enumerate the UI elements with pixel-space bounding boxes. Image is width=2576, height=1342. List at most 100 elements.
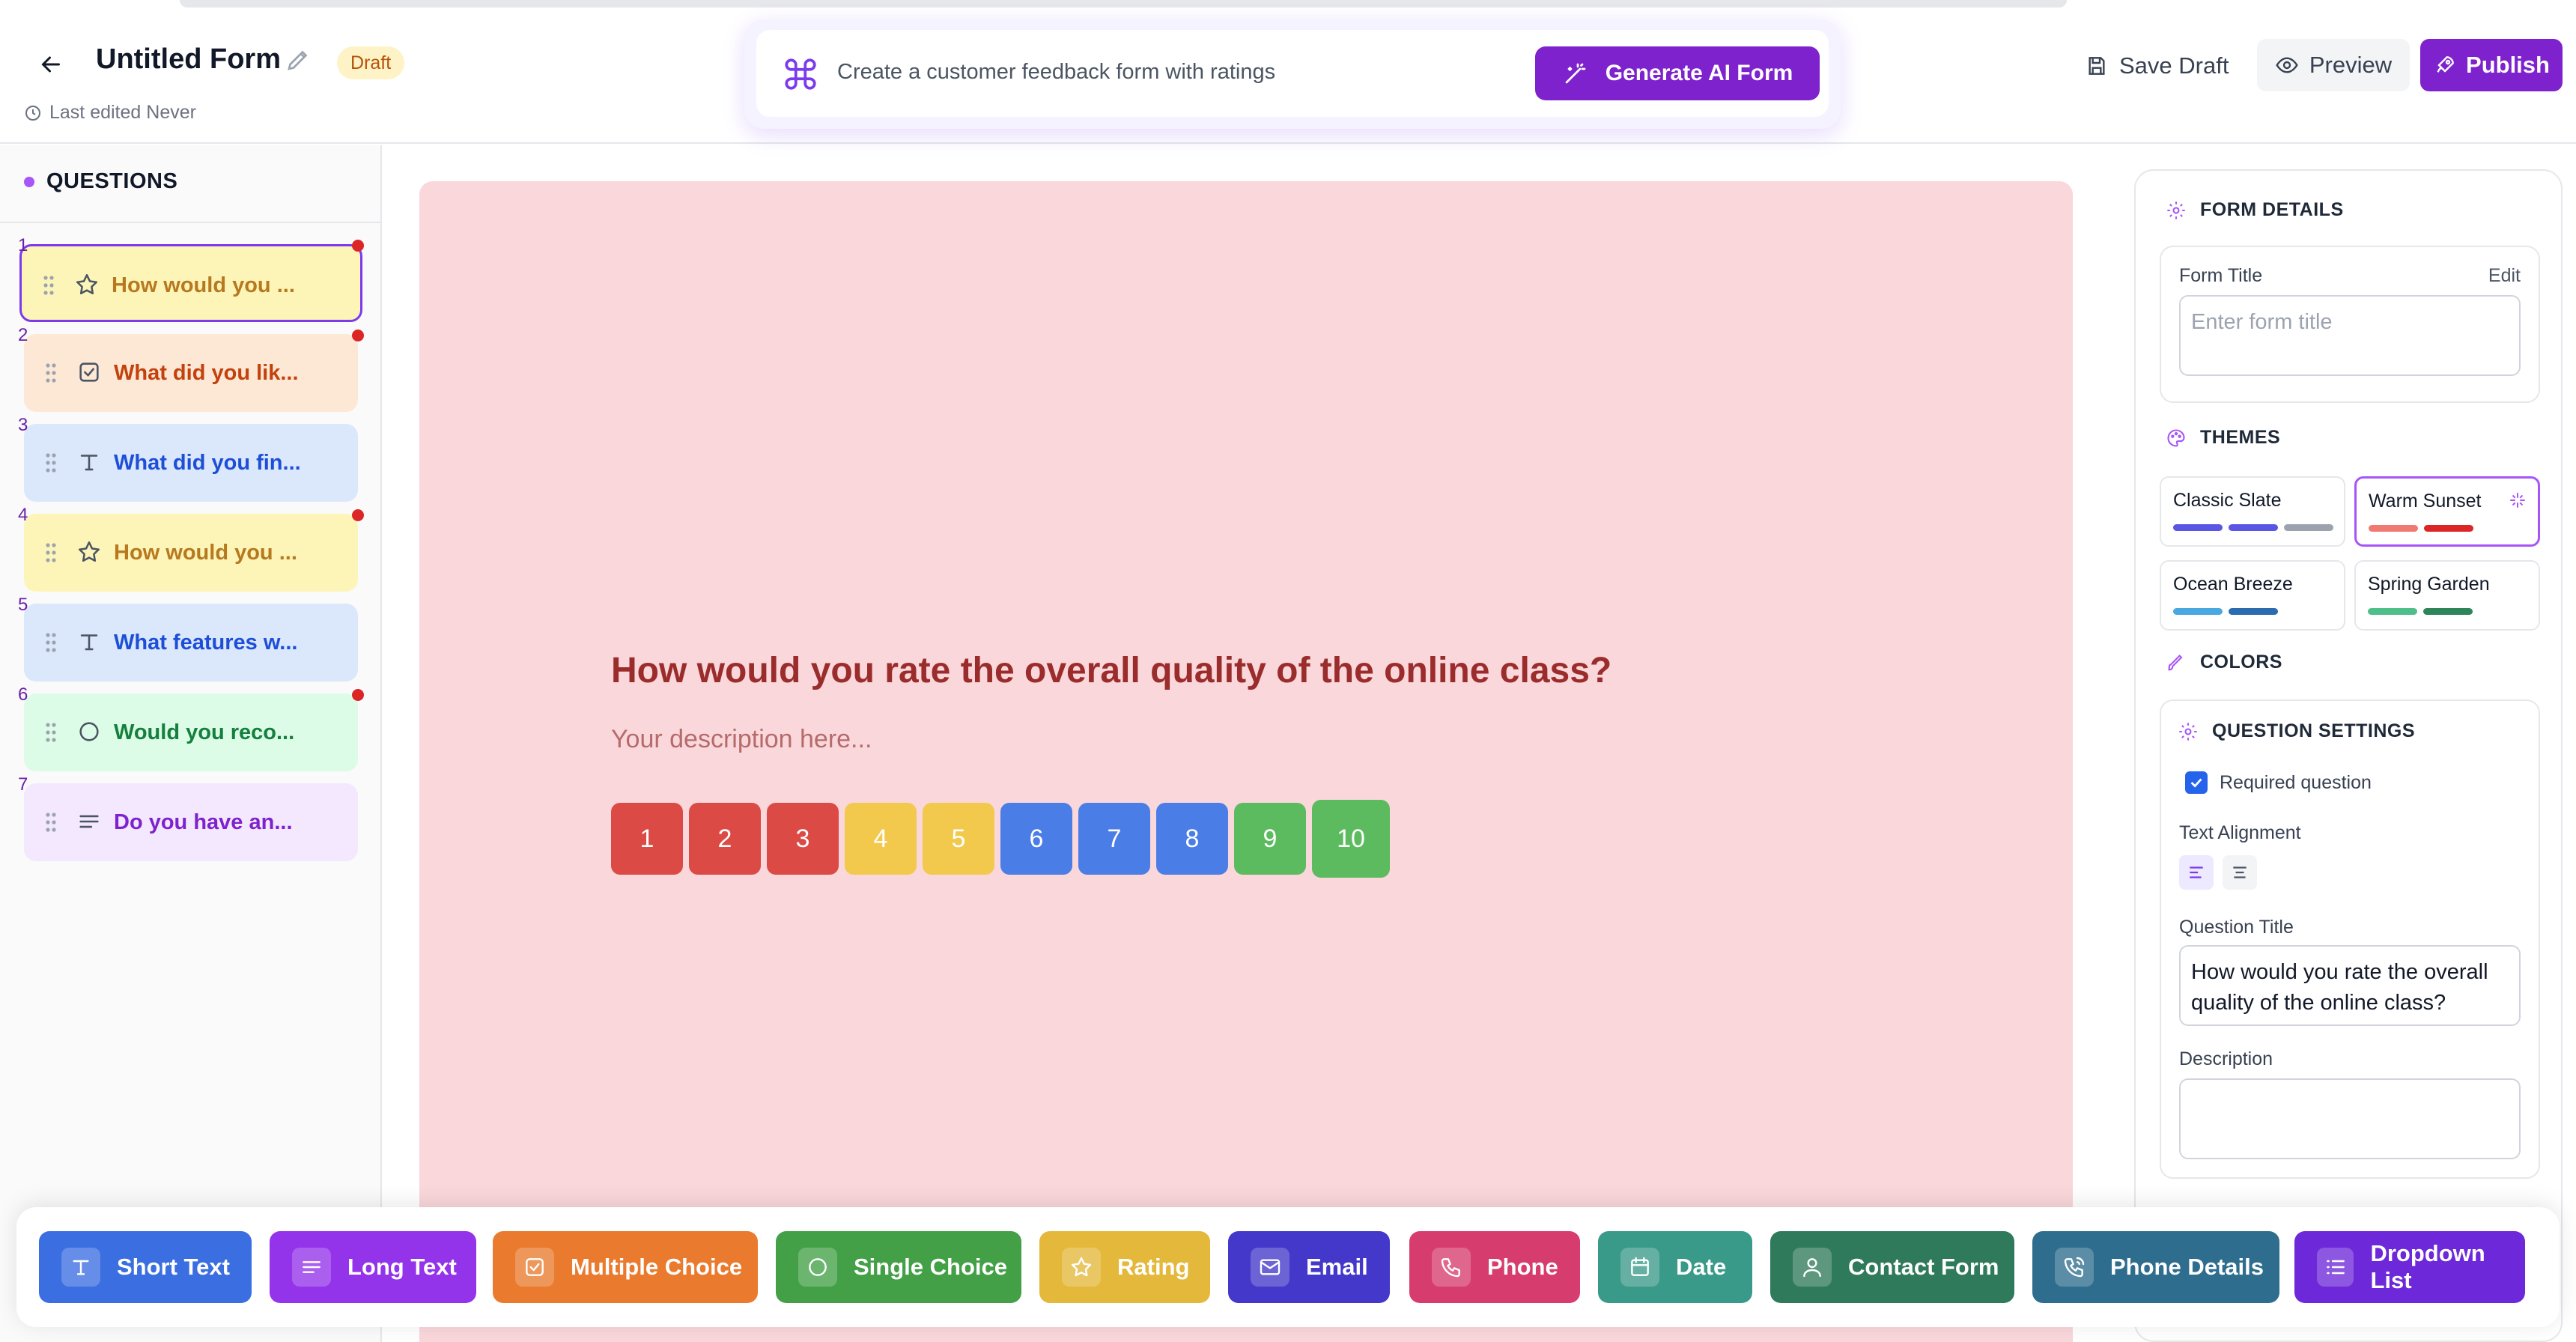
question-title-label: Question Title bbox=[2179, 917, 2294, 938]
themes-heading: THEMES bbox=[2166, 427, 2280, 449]
publish-button[interactable]: Publish bbox=[2420, 39, 2563, 91]
lines-icon bbox=[79, 815, 99, 828]
theme-color-bar bbox=[2423, 608, 2473, 615]
generate-ai-form-button[interactable]: Generate AI Form bbox=[1535, 46, 1820, 100]
add-question-button[interactable]: Multiple Choice bbox=[493, 1231, 758, 1303]
form-title-input[interactable]: Enter form title bbox=[2179, 295, 2521, 376]
add-question-button[interactable]: Short Text bbox=[39, 1231, 252, 1303]
question-item[interactable]: What did you lik... bbox=[24, 334, 358, 412]
save-draft-button[interactable]: Save Draft bbox=[2085, 45, 2229, 87]
required-checkbox[interactable] bbox=[2185, 771, 2208, 794]
rating-option[interactable]: 2 bbox=[689, 803, 761, 875]
add-question-button[interactable]: Long Text bbox=[270, 1231, 476, 1303]
form-details-label: FORM DETAILS bbox=[2200, 199, 2344, 220]
check-icon bbox=[2190, 778, 2202, 788]
clock-icon bbox=[25, 105, 40, 121]
question-number: 4 bbox=[18, 505, 28, 525]
arrow-left-icon bbox=[41, 56, 60, 73]
drag-handle-icon[interactable] bbox=[45, 542, 57, 563]
align-center-icon bbox=[2233, 866, 2247, 878]
add-question-button[interactable]: Rating bbox=[1039, 1231, 1210, 1303]
drag-handle-icon[interactable] bbox=[45, 812, 57, 833]
sidebar-divider bbox=[0, 222, 382, 223]
pencil-icon[interactable] bbox=[285, 46, 315, 76]
drag-handle-icon[interactable] bbox=[45, 362, 57, 383]
drag-handle-icon[interactable] bbox=[45, 632, 57, 653]
description-input[interactable] bbox=[2179, 1078, 2521, 1159]
star-icon bbox=[76, 273, 98, 295]
rating-option[interactable]: 5 bbox=[923, 803, 994, 875]
question-settings-heading: QUESTION SETTINGS bbox=[2178, 720, 2415, 742]
preview-button[interactable]: Preview bbox=[2257, 39, 2410, 91]
rating-option[interactable]: 6 bbox=[1000, 803, 1072, 875]
add-question-button[interactable]: Date bbox=[1598, 1231, 1752, 1303]
add-question-button[interactable]: Phone Details bbox=[2032, 1231, 2279, 1303]
text-icon bbox=[80, 634, 98, 651]
add-question-button[interactable]: Single Choice bbox=[776, 1231, 1021, 1303]
unsaved-indicator bbox=[352, 689, 364, 701]
rating-option[interactable]: 3 bbox=[767, 803, 839, 875]
settings-panel: FORM DETAILS Form Title Edit Enter form … bbox=[2134, 169, 2563, 1342]
command-icon bbox=[782, 55, 819, 93]
theme-option[interactable]: Warm Sunset bbox=[2354, 476, 2540, 547]
add-question-label: Phone bbox=[1487, 1254, 1558, 1280]
checkbox-icon bbox=[526, 1258, 544, 1276]
theme-option[interactable]: Spring Garden bbox=[2354, 560, 2540, 631]
add-question-button[interactable]: Email bbox=[1228, 1231, 1390, 1303]
add-question-button[interactable]: Contact Form bbox=[1770, 1231, 2014, 1303]
last-edited-text: Last edited Never bbox=[49, 102, 196, 123]
rating-option[interactable]: 9 bbox=[1234, 803, 1306, 875]
form-title[interactable]: Untitled Form bbox=[96, 43, 281, 76]
question-item-label: Would you reco... bbox=[114, 720, 295, 744]
theme-color-bar bbox=[2424, 525, 2473, 532]
canvas-question-description[interactable]: Your description here... bbox=[611, 725, 872, 754]
question-item[interactable]: What features w... bbox=[24, 604, 358, 681]
text-icon bbox=[73, 1260, 89, 1275]
add-question-label: Rating bbox=[1117, 1254, 1190, 1280]
align-center-button[interactable] bbox=[2223, 855, 2257, 890]
question-item-label: What did you lik... bbox=[114, 361, 299, 385]
add-question-button[interactable]: Phone bbox=[1409, 1231, 1580, 1303]
rating-option[interactable]: 7 bbox=[1078, 803, 1150, 875]
question-item[interactable]: How would you ... bbox=[24, 514, 358, 592]
rating-option[interactable]: 8 bbox=[1156, 803, 1228, 875]
add-question-label: Short Text bbox=[117, 1254, 230, 1280]
question-item[interactable]: Would you reco... bbox=[24, 693, 358, 771]
question-item[interactable]: Do you have an... bbox=[24, 783, 358, 861]
drag-handle-icon[interactable] bbox=[45, 452, 57, 473]
top-scroll-track[interactable] bbox=[180, 0, 2067, 7]
form-title-card: Form Title Edit Enter form title bbox=[2160, 246, 2540, 403]
canvas-question-title[interactable]: How would you rate the overall quality o… bbox=[611, 650, 1611, 691]
circle-icon bbox=[809, 1258, 827, 1276]
rating-option[interactable]: 1 bbox=[611, 803, 683, 875]
add-question-button[interactable]: Dropdown List bbox=[2294, 1231, 2525, 1303]
edit-link[interactable]: Edit bbox=[2488, 265, 2521, 287]
question-title-input[interactable]: How would you rate the overall quality o… bbox=[2179, 945, 2521, 1026]
theme-color-bar bbox=[2173, 524, 2223, 531]
rating-option[interactable]: 4 bbox=[845, 803, 917, 875]
preview-label: Preview bbox=[2309, 52, 2393, 78]
drag-handle-icon[interactable] bbox=[43, 275, 55, 296]
form-canvas[interactable]: How would you rate the overall quality o… bbox=[419, 181, 2073, 1342]
question-item[interactable]: What did you fin... bbox=[24, 424, 358, 502]
form-title-label: Form Title bbox=[2179, 265, 2263, 286]
back-button[interactable] bbox=[31, 45, 70, 84]
ai-generator: Generate AI Form bbox=[744, 19, 1841, 129]
ai-prompt-input[interactable] bbox=[837, 60, 1511, 85]
question-item[interactable]: How would you ... bbox=[19, 244, 362, 322]
theme-option[interactable]: Ocean Breeze bbox=[2160, 560, 2345, 631]
add-question-label: Dropdown List bbox=[2370, 1240, 2485, 1293]
align-left-button[interactable] bbox=[2179, 855, 2214, 890]
theme-option[interactable]: Classic Slate bbox=[2160, 476, 2345, 547]
list-icon bbox=[2326, 1260, 2345, 1275]
question-number: 3 bbox=[18, 415, 28, 435]
required-label: Required question bbox=[2220, 771, 2372, 793]
add-question-label: Phone Details bbox=[2110, 1254, 2264, 1280]
question-number: 1 bbox=[18, 235, 28, 255]
drag-handle-icon[interactable] bbox=[45, 722, 57, 743]
question-settings-card: QUESTION SETTINGS Required question Text… bbox=[2160, 699, 2540, 1179]
themes-label: THEMES bbox=[2200, 427, 2281, 448]
save-draft-label: Save Draft bbox=[2119, 52, 2229, 79]
required-toggle[interactable]: Required question bbox=[2185, 771, 2372, 794]
rating-option[interactable]: 10 bbox=[1312, 800, 1390, 878]
